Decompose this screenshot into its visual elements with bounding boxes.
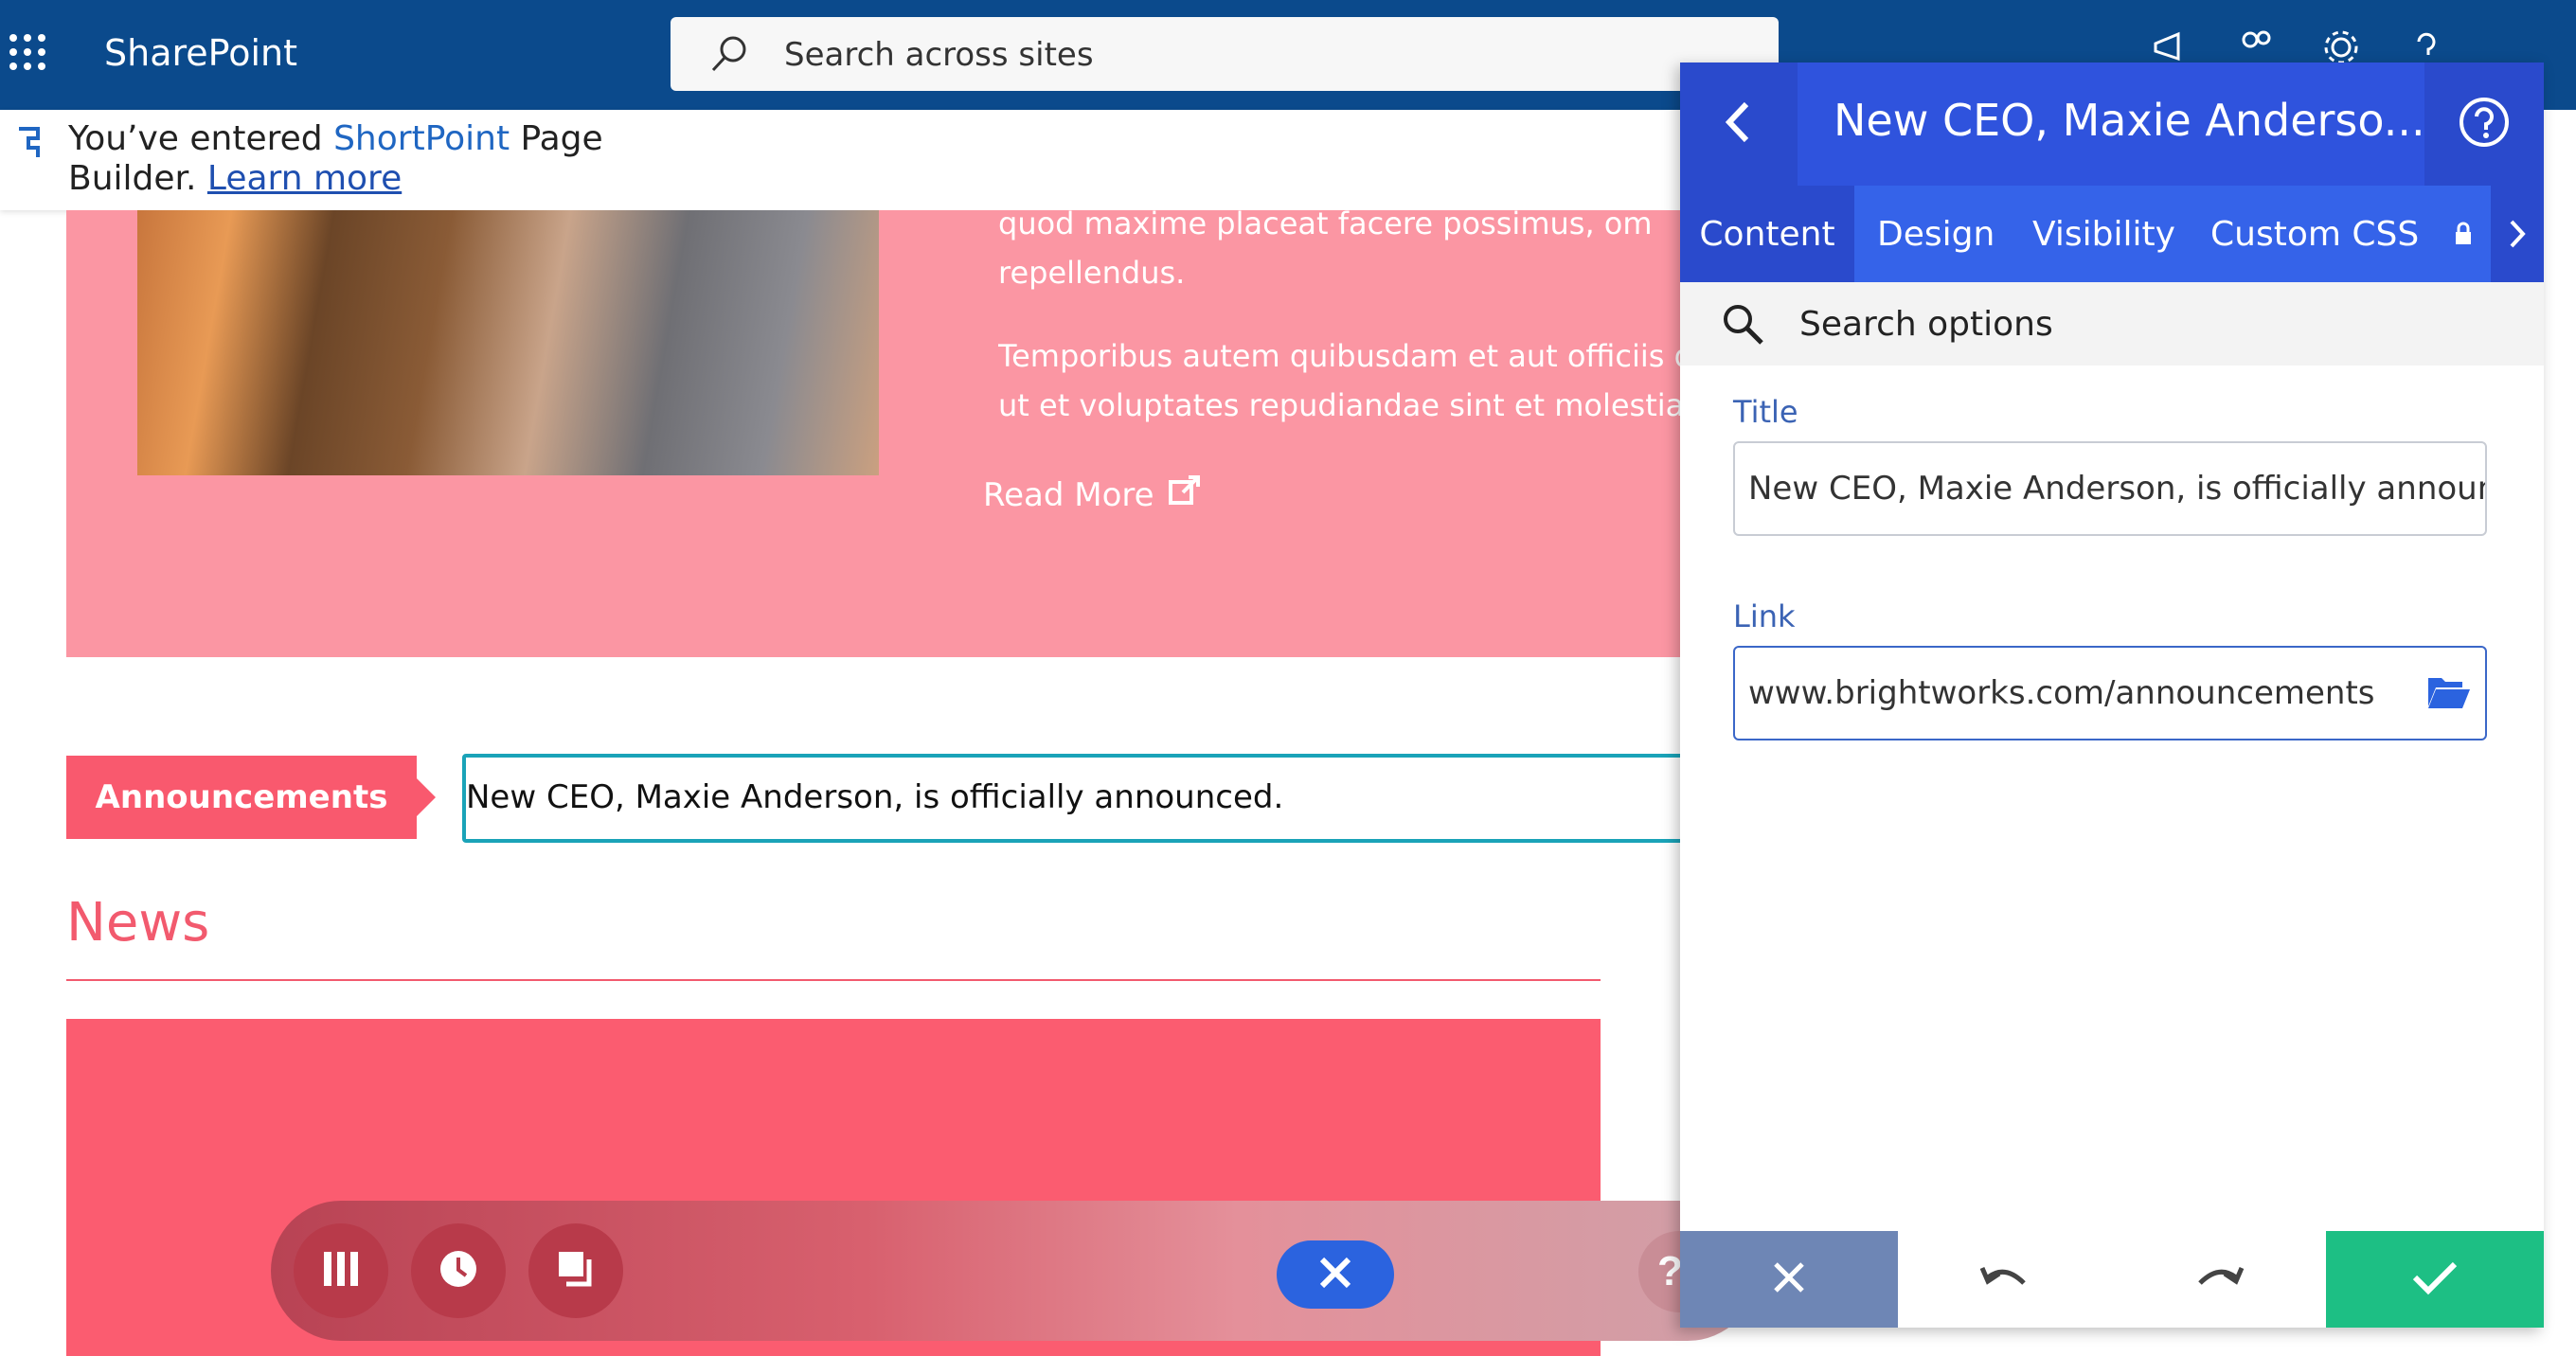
options-search-placeholder: Search options	[1799, 305, 2053, 344]
notice-prefix: You’ve entered	[68, 119, 334, 158]
search-placeholder: Search across sites	[784, 36, 1094, 74]
history-button[interactable]	[411, 1223, 506, 1318]
ticker-label: Announcements	[66, 756, 417, 839]
tab-design[interactable]: Design	[1877, 186, 1995, 282]
external-link-icon	[1168, 473, 1202, 516]
layers-icon	[555, 1248, 597, 1294]
close-builder-button[interactable]	[1277, 1240, 1394, 1309]
read-more-link[interactable]: Read More	[983, 473, 1202, 516]
link-field-label: Link	[1733, 598, 1796, 634]
undo-button[interactable]	[1898, 1231, 2112, 1328]
shortpoint-notice-bar: You’ve entered ShortPoint Page Builder. …	[0, 110, 1705, 210]
cancel-button[interactable]	[1680, 1231, 1898, 1328]
body-paragraph-2: Temporibus autem quibusdam et aut offici…	[998, 331, 1680, 430]
site-search-box[interactable]: Search across sites	[671, 17, 1779, 91]
app-launcher-icon[interactable]	[9, 34, 47, 72]
news-divider	[66, 979, 1601, 981]
notice-text: You’ve entered ShortPoint Page Builder. …	[68, 119, 731, 199]
columns-button[interactable]	[294, 1223, 388, 1318]
body-line: quod maxime placeat facere possimus, om	[998, 205, 1653, 241]
body-line: ut et voluptates repudiandae sint et mol…	[998, 387, 1680, 423]
confirm-button[interactable]	[2326, 1231, 2544, 1328]
ticker-arrow	[415, 776, 436, 818]
link-field[interactable]: www.brightworks.com/announcements	[1733, 646, 2487, 740]
folder-open-icon[interactable]	[2426, 672, 2472, 715]
tabs-scroll-right[interactable]	[2491, 186, 2544, 282]
back-button[interactable]	[1680, 62, 1798, 186]
columns-icon	[320, 1250, 362, 1293]
featured-news-body: quod maxime placeat facere possimus, om r…	[998, 199, 1680, 464]
tab-custom-css[interactable]: Custom CSS	[2210, 186, 2419, 282]
options-search[interactable]: Search options	[1680, 282, 2544, 366]
search-icon	[1720, 301, 1765, 351]
body-line: repellendus.	[998, 255, 1186, 291]
checkmark-icon	[2411, 1258, 2459, 1301]
chevron-left-icon	[1720, 98, 1758, 151]
undo-icon	[1978, 1260, 2031, 1299]
lock-icon	[2453, 186, 2474, 282]
tab-content[interactable]: Content	[1680, 186, 1854, 282]
search-icon	[708, 34, 750, 80]
help-circle-icon	[2458, 96, 2511, 153]
read-more-label: Read More	[983, 475, 1154, 514]
close-icon	[1770, 1258, 1808, 1301]
learn-more-link[interactable]: Learn more	[207, 159, 402, 198]
app-name[interactable]: SharePoint	[104, 32, 297, 74]
shortpoint-logo-icon	[17, 127, 44, 159]
panel-title: New CEO, Maxie Anderso...	[1834, 95, 2425, 146]
body-paragraph-1: quod maxime placeat facere possimus, om r…	[998, 199, 1680, 297]
tab-visibility[interactable]: Visibility	[2032, 186, 2175, 282]
panel-help-button[interactable]	[2424, 62, 2544, 186]
featured-news-image	[137, 210, 879, 475]
redo-icon	[2192, 1260, 2245, 1299]
layers-button[interactable]	[528, 1223, 623, 1318]
notice-brand: ShortPoint	[333, 119, 510, 158]
news-heading: News	[66, 892, 210, 954]
title-field[interactable]: New CEO, Maxie Anderson, is officially a…	[1733, 441, 2487, 536]
question-icon: ?	[1657, 1248, 1683, 1294]
title-field-label: Title	[1733, 394, 1798, 430]
close-icon	[1316, 1254, 1354, 1296]
body-line: Temporibus autem quibusdam et aut offici…	[998, 338, 1680, 374]
clock-icon	[438, 1248, 479, 1294]
ticker-text[interactable]: New CEO, Maxie Anderson, is officially a…	[466, 778, 1283, 816]
redo-button[interactable]	[2112, 1231, 2326, 1328]
panel-tabs: Content Design Visibility Custom CSS	[1680, 186, 2544, 282]
